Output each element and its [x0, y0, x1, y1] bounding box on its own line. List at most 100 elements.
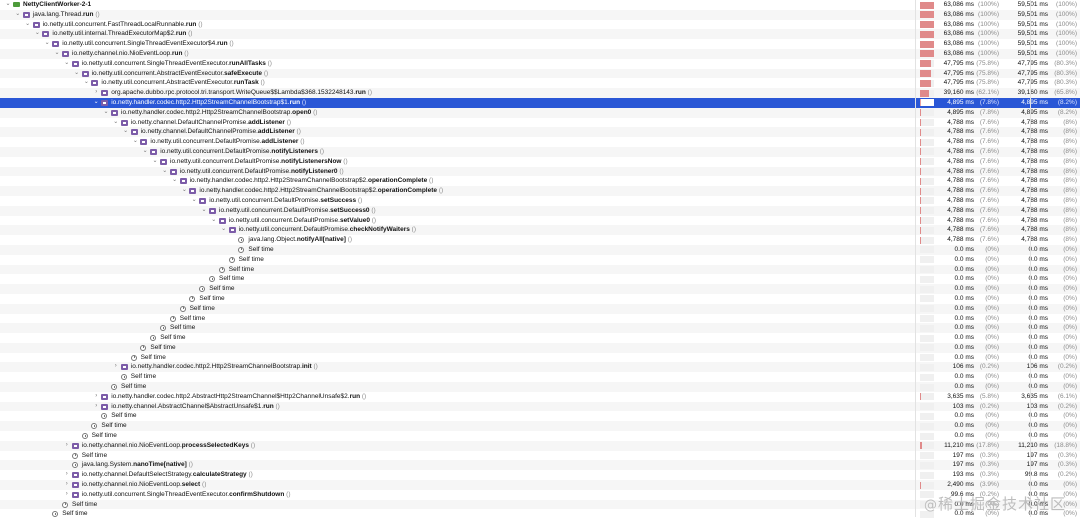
method-label: NettyClientWorker-2-1 — [23, 0, 91, 10]
self-time-row[interactable]: Self time0.0 ms(0%)0.0 ms(0%) — [0, 500, 1080, 510]
call-tree-row[interactable]: ⌄io.netty.util.concurrent.DefaultPromise… — [0, 206, 1080, 216]
call-tree-row[interactable]: ⌄ io.netty.util.concurrent.FastThreadLoca… — [0, 20, 1080, 30]
collapse-toggle-icon[interactable]: ⌄ — [200, 206, 208, 216]
call-tree-row[interactable]: ⌄io.netty.handler.codec.http2.Http2Strea… — [0, 108, 1080, 118]
self-time-row[interactable]: Self time0.0 ms(0%)0.0 ms(0%) — [0, 421, 1080, 431]
self-time-row[interactable]: Self time0.0 ms(0%)0.0 ms(0%) — [0, 411, 1080, 421]
call-tree-row[interactable]: ›org.apache.dubbo.rpc.protocol.tri.trans… — [0, 88, 1080, 98]
method-label-cls: io.netty.util.concurrent.DefaultPromise. — [239, 226, 350, 233]
call-tree-row[interactable]: ›io.netty.channel.DefaultSelectStrategy.… — [0, 470, 1080, 480]
call-tree-row[interactable]: java.lang.Object.notifyAll[native] ()4,7… — [0, 235, 1080, 245]
self-time-row[interactable]: Self time0.0 ms(0%)0.0 ms(0%) — [0, 509, 1080, 519]
collapse-toggle-icon[interactable]: ⌄ — [102, 108, 110, 118]
method-label: io.netty.util.concurrent.SingleThreadEve… — [82, 490, 291, 500]
collapse-toggle-icon[interactable]: ⌄ — [33, 29, 41, 39]
call-tree-row[interactable]: › io.netty.handler.codec.http2.AbstractHt… — [0, 392, 1080, 402]
total-percent: (0%) — [985, 284, 999, 294]
self-time-row[interactable]: Self time0.0 ms(0%)0.0 ms(0%) — [0, 304, 1080, 314]
call-tree-row[interactable]: ⌄java.lang.Thread.run ()63,086 ms(100%)5… — [0, 10, 1080, 20]
collapse-toggle-icon[interactable]: ⌄ — [53, 49, 61, 59]
self-time-row[interactable]: Self time0.0 ms(0%)0.0 ms(0%) — [0, 294, 1080, 304]
self-time-row[interactable]: Self time0.0 ms(0%)0.0 ms(0%) — [0, 265, 1080, 275]
collapse-toggle-icon[interactable]: ⌄ — [82, 78, 90, 88]
call-tree-row[interactable]: ⌄io.netty.util.concurrent.SingleThreadEv… — [0, 59, 1080, 69]
collapse-toggle-icon[interactable]: ⌄ — [122, 127, 130, 137]
method-label-cls: Self time — [180, 315, 205, 322]
expand-toggle-icon[interactable]: › — [92, 392, 100, 402]
self-time-row[interactable]: Self time0.0 ms(0%)0.0 ms(0%) — [0, 382, 1080, 392]
total-time: 0.0 ms — [954, 265, 974, 275]
call-tree-row[interactable]: ⌄io.netty.handler.codec.http2.Http2Strea… — [0, 98, 1080, 108]
call-tree-row[interactable]: › io.netty.util.concurrent.SingleThreadEv… — [0, 490, 1080, 500]
self-time-row[interactable]: Self time0.0 ms(0%)0.0 ms(0%) — [0, 431, 1080, 441]
expand-toggle-icon[interactable]: › — [63, 490, 71, 500]
call-tree-row[interactable]: ⌄NettyClientWorker-2-163,086 ms(100%)59,… — [0, 0, 1080, 10]
collapse-toggle-icon[interactable]: ⌄ — [190, 196, 198, 206]
self-time-row[interactable]: Self time0.0 ms(0%)0.0 ms(0%) — [0, 284, 1080, 294]
call-tree-row[interactable]: ⌄io.netty.util.concurrent.DefaultPromise… — [0, 157, 1080, 167]
call-tree-row[interactable]: ⌄io.netty.util.concurrent.AbstractEventE… — [0, 78, 1080, 88]
call-tree-row[interactable]: ⌄io.netty.handler.codec.http2.Http2Strea… — [0, 176, 1080, 186]
collapse-toggle-icon[interactable]: ⌄ — [220, 225, 228, 235]
call-tree-row[interactable]: ⌄ io.netty.util.concurrent.DefaultPromise… — [0, 225, 1080, 235]
self-time-row[interactable]: Self time0.0 ms(0%)0.0 ms(0%) — [0, 255, 1080, 265]
call-tree-row[interactable]: ⌄io.netty.channel.nio.NioEventLoop.run (… — [0, 49, 1080, 59]
expand-toggle-icon[interactable]: › — [92, 402, 100, 412]
collapse-toggle-icon[interactable]: ⌄ — [92, 98, 100, 108]
call-tree-row[interactable]: ⌄io.netty.util.internal.ThreadExecutorMa… — [0, 29, 1080, 39]
expand-toggle-icon[interactable]: › — [63, 480, 71, 490]
call-tree-row[interactable]: ⌄io.netty.util.concurrent.SingleThreadEv… — [0, 39, 1080, 49]
total-time: 197 ms — [953, 460, 974, 470]
collapse-toggle-icon[interactable]: ⌄ — [112, 118, 120, 128]
collapse-toggle-icon[interactable]: ⌄ — [24, 20, 32, 30]
expand-toggle-icon[interactable]: › — [92, 88, 100, 98]
call-tree-row[interactable]: ⌄io.netty.util.concurrent.DefaultPromise… — [0, 147, 1080, 157]
call-tree-row[interactable]: ›io.netty.channel.AbstractChannel$Abstra… — [0, 402, 1080, 412]
collapse-toggle-icon[interactable]: ⌄ — [141, 147, 149, 157]
self-time-row[interactable]: Self time0.0 ms(0%)0.0 ms(0%) — [0, 245, 1080, 255]
method-label-args: () — [312, 363, 318, 370]
call-tree-row[interactable]: java.lang.System.nanoTime[native] ()197 … — [0, 460, 1080, 470]
method-label: io.netty.util.concurrent.DefaultPromise.… — [229, 216, 376, 226]
call-tree-row[interactable]: ›io.netty.channel.nio.NioEventLoop.selec… — [0, 480, 1080, 490]
collapse-toggle-icon[interactable]: ⌄ — [14, 10, 22, 20]
expand-toggle-icon[interactable]: › — [112, 362, 120, 372]
method-label-cls: io.netty.handler.codec.http2.AbstractHtt… — [111, 393, 349, 400]
self-time-row[interactable]: Self time0.0 ms(0%)0.0 ms(0%) — [0, 353, 1080, 363]
method-label: Self time — [180, 314, 205, 324]
self-time-row[interactable]: Self time0.0 ms(0%)0.0 ms(0%) — [0, 372, 1080, 382]
total-percent: (7.8%) — [980, 98, 999, 108]
self-time-row[interactable]: Self time0.0 ms(0%)0.0 ms(0%) — [0, 333, 1080, 343]
call-tree-row[interactable]: ⌄io.netty.util.concurrent.DefaultPromise… — [0, 167, 1080, 177]
own-time: 0.0 ms — [1028, 255, 1048, 265]
call-tree-row[interactable]: ⌄io.netty.util.concurrent.DefaultPromise… — [0, 196, 1080, 206]
collapse-toggle-icon[interactable]: ⌄ — [161, 167, 169, 177]
call-tree-row[interactable]: ⌄io.netty.util.concurrent.AbstractEventE… — [0, 69, 1080, 79]
call-tree-row[interactable]: ›io.netty.channel.nio.NioEventLoop.proce… — [0, 441, 1080, 451]
self-time-row[interactable]: Self time0.0 ms(0%)0.0 ms(0%) — [0, 274, 1080, 284]
self-time-row[interactable]: Self time197 ms(0.3%)197 ms(0.3%) — [0, 451, 1080, 461]
collapse-toggle-icon[interactable]: ⌄ — [151, 157, 159, 167]
call-tree-row[interactable]: ›io.netty.handler.codec.http2.Http2Strea… — [0, 362, 1080, 372]
collapse-toggle-icon[interactable]: ⌄ — [73, 69, 81, 79]
method-label-cls: io.netty.util.concurrent.FastThreadLocal… — [43, 21, 186, 28]
self-time-row[interactable]: Self time0.0 ms(0%)0.0 ms(0%) — [0, 323, 1080, 333]
call-tree-row[interactable]: ⌄io.netty.channel.DefaultChannelPromise.… — [0, 127, 1080, 137]
self-time-row[interactable]: Self time0.0 ms(0%)0.0 ms(0%) — [0, 314, 1080, 324]
collapse-toggle-icon[interactable]: ⌄ — [131, 137, 139, 147]
expand-toggle-icon[interactable]: › — [63, 470, 71, 480]
method-label-args: () — [200, 481, 206, 488]
collapse-toggle-icon[interactable]: ⌄ — [210, 216, 218, 226]
expand-toggle-icon[interactable]: › — [63, 441, 71, 451]
call-tree-row[interactable]: ⌄io.netty.handler.codec.http2.Http2Strea… — [0, 186, 1080, 196]
collapse-toggle-icon[interactable]: ⌄ — [180, 186, 188, 196]
self-time-row[interactable]: Self time0.0 ms(0%)0.0 ms(0%) — [0, 343, 1080, 353]
collapse-toggle-icon[interactable]: ⌄ — [171, 176, 179, 186]
collapse-toggle-icon[interactable]: ⌄ — [43, 39, 51, 49]
call-tree-row[interactable]: ⌄io.netty.channel.DefaultChannelPromise.… — [0, 118, 1080, 128]
own-time: 4,788 ms — [1021, 176, 1048, 186]
call-tree-row[interactable]: ⌄io.netty.util.concurrent.DefaultPromise… — [0, 137, 1080, 147]
collapse-toggle-icon[interactable]: ⌄ — [4, 0, 12, 10]
call-tree-row[interactable]: ⌄ io.netty.util.concurrent.DefaultPromise… — [0, 216, 1080, 226]
collapse-toggle-icon[interactable]: ⌄ — [63, 59, 71, 69]
